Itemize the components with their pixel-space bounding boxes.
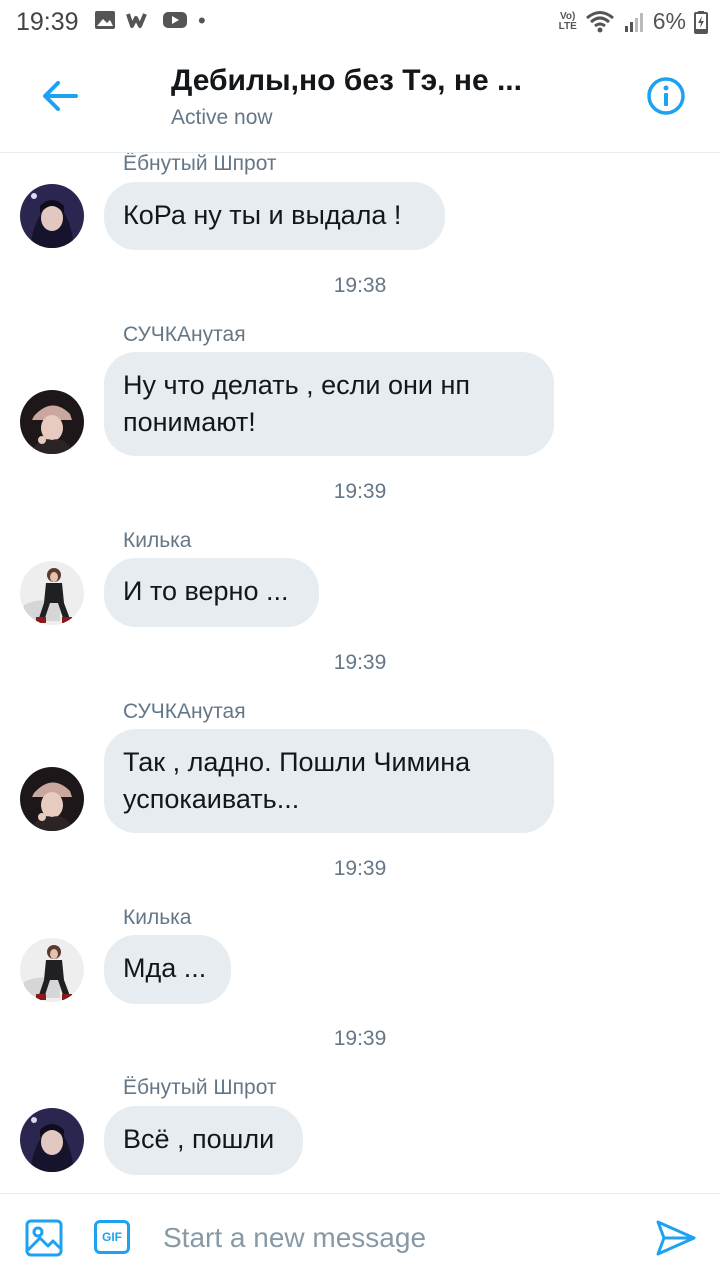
notification-icons bbox=[94, 10, 188, 30]
message-list[interactable]: Ёбнутый Шпрот КоРа ну ты и выдала ! 19:3… bbox=[0, 153, 720, 1193]
gif-label: GIF bbox=[102, 1230, 122, 1244]
signal-icon bbox=[624, 12, 643, 32]
avatar-suchka-icon bbox=[20, 390, 84, 454]
message-sender: Ёбнутый Шпрот bbox=[123, 1076, 277, 1099]
notification-dot-icon: • bbox=[198, 8, 206, 33]
battery-charging-icon bbox=[694, 10, 708, 34]
message-sender: Ёбнутый Шпрот bbox=[123, 153, 277, 175]
battery-percent: 6% bbox=[652, 8, 686, 34]
chat-title[interactable]: Дебилы,но без Тэ, не ... bbox=[171, 64, 522, 98]
message-bubble[interactable]: Так , ладно. Пошли Чимина успокаивать... bbox=[104, 729, 554, 833]
message-bubble[interactable]: КоРа ну ты и выдала ! bbox=[104, 182, 445, 250]
back-button[interactable] bbox=[38, 74, 82, 118]
message-sender: Килька bbox=[123, 906, 192, 929]
chat-header: Дебилы,но без Тэ, не ... Active now bbox=[0, 44, 720, 153]
message-composer: GIF bbox=[0, 1193, 720, 1281]
avatar[interactable] bbox=[20, 938, 84, 1002]
status-right: Vo) LTE 6% bbox=[559, 8, 708, 35]
info-icon bbox=[647, 77, 685, 115]
avatar-kilka-icon bbox=[20, 938, 84, 1002]
wattpad-icon bbox=[126, 13, 147, 28]
gallery-icon bbox=[95, 11, 115, 29]
status-bar: 19:39 • Vo) LTE 6% bbox=[0, 0, 720, 44]
avatar-suchka-icon bbox=[20, 767, 84, 831]
message-bubble[interactable]: Всё , пошли bbox=[104, 1106, 303, 1175]
info-button[interactable] bbox=[644, 74, 688, 118]
avatar[interactable] bbox=[20, 767, 84, 831]
volte-icon: Vo) LTE bbox=[558, 10, 577, 32]
avatar-kilka-icon bbox=[20, 561, 84, 625]
message-sender: Килька bbox=[123, 529, 192, 552]
status-time: 19:39 bbox=[16, 8, 79, 36]
message-timestamp: 19:38 bbox=[333, 274, 387, 297]
youtube-icon bbox=[163, 12, 187, 28]
avatar[interactable] bbox=[20, 184, 84, 248]
message-timestamp: 19:39 bbox=[333, 651, 387, 674]
add-photo-button[interactable] bbox=[24, 1218, 64, 1258]
avatar[interactable] bbox=[20, 561, 84, 625]
message-timestamp: 19:39 bbox=[333, 1027, 387, 1050]
message-bubble[interactable]: Ну что делать , если они нп понимают! bbox=[104, 352, 554, 456]
gif-button[interactable]: GIF bbox=[94, 1220, 130, 1254]
image-icon bbox=[25, 1219, 63, 1257]
message-bubble[interactable]: Мда ... bbox=[104, 935, 231, 1004]
message-input[interactable] bbox=[163, 1216, 633, 1260]
back-arrow-icon bbox=[43, 81, 78, 111]
wifi-icon bbox=[585, 10, 614, 32]
avatar[interactable] bbox=[20, 1108, 84, 1172]
message-sender: СУЧКАнутая bbox=[123, 700, 246, 723]
message-timestamp: 19:39 bbox=[333, 857, 387, 880]
send-icon bbox=[656, 1220, 696, 1256]
message-timestamp: 19:39 bbox=[333, 480, 387, 503]
message-bubble[interactable]: И то верно ... bbox=[104, 558, 319, 627]
chat-active-status: Active now bbox=[171, 106, 273, 129]
avatar-shprot-icon bbox=[20, 1108, 84, 1172]
send-button[interactable] bbox=[654, 1216, 698, 1260]
message-sender: СУЧКАнутая bbox=[123, 323, 246, 346]
avatar[interactable] bbox=[20, 390, 84, 454]
avatar-shprot-icon bbox=[20, 184, 84, 248]
